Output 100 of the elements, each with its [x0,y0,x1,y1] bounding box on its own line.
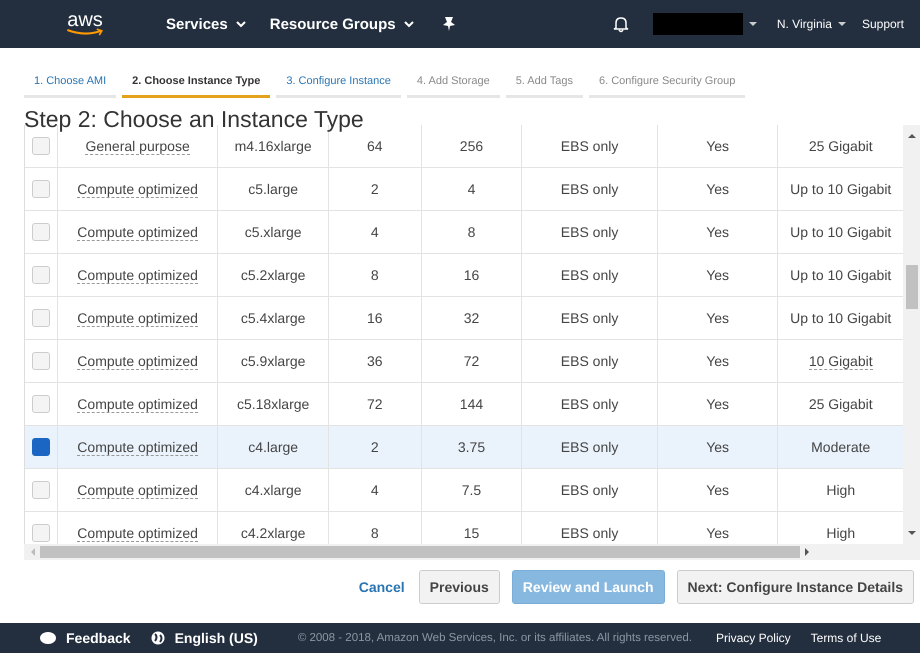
family-link[interactable]: Compute optimized [77,482,198,498]
scroll-up-icon[interactable] [908,133,916,139]
table-cell: 10 Gigabit [808,352,873,370]
table-cell: Yes [706,181,730,197]
table-cell: Up to 10 Gigabit [790,181,892,197]
table-cell: 8 [468,224,476,240]
table-cell: 8 [370,525,379,541]
table-cell: c5.9xlarge [240,353,306,369]
table-cell: 32 [464,310,480,326]
table-cell: Moderate [811,439,870,455]
table-cell: 2 [370,439,379,455]
instance-row[interactable]: Compute optimized c5.4xlarge 16 32 EBS only Yes Up to 10 Gigabit [25,297,903,340]
table-cell: Yes [706,396,730,412]
table-cell: Yes [706,439,730,455]
family-link[interactable]: Compute optimized [77,438,198,456]
vertical-scrollbar[interactable] [903,125,920,544]
scroll-thumb[interactable] [40,546,800,558]
instance-row[interactable]: Compute optimized c5.9xlarge 36 72 EBS only Yes 10 Gigabit [25,340,903,383]
table-cell: c5.2xlarge [240,267,306,283]
wizard-step-tab[interactable]: 2. Choose Instance Type [122,66,270,98]
table-cell: 3.75 [458,439,486,455]
wizard-step-tab[interactable]: 1. Choose AMI [24,66,116,98]
family-link[interactable]: General purpose [85,138,190,154]
table-cell: 256 [460,138,484,154]
wizard-step-tab[interactable]: 3. Configure Instance [276,66,401,98]
copyright-text: © 2008 - 2018, Amazon Web Services, Inc. or its affiliates. All rights reserved. [298,632,692,644]
scroll-left-icon[interactable] [30,548,36,556]
previous-button[interactable]: Previous [418,570,500,604]
resource-groups-menu[interactable]: Resource Groups [270,16,414,32]
bell-icon[interactable] [612,15,629,33]
instance-row[interactable]: Compute optimized c5.large 2 4 EBS only Yes Up to 10 Gigabit [25,168,903,211]
pin-icon[interactable] [442,16,456,32]
table-cell: Up to 10 Gigabit [790,267,892,283]
speech-bubble-icon[interactable] [40,632,56,644]
table-cell: c5.18xlarge [236,396,310,412]
table-cell: High [826,482,856,498]
table-cell: EBS only [560,525,618,541]
family-link[interactable]: Compute optimized [77,180,198,198]
scroll-down-icon[interactable] [908,530,916,536]
table-cell: c5.large [248,181,298,197]
horizontal-scrollbar[interactable] [24,544,920,560]
language-link[interactable]: English (US) [174,630,258,646]
table-cell: c5.4xlarge [240,310,306,326]
cancel-button[interactable]: Cancel [358,579,405,595]
table-cell: 144 [460,396,484,412]
instance-row[interactable]: Compute optimized c5.2xlarge 8 16 EBS only Yes Up to 10 Gigabit [25,254,903,297]
terms-of-use-link[interactable]: Terms of Use [810,631,882,645]
table-cell: 72 [464,353,480,369]
table-cell: 36 [367,353,383,369]
globe-icon[interactable] [150,631,165,645]
family-link[interactable]: Compute optimized [77,352,198,370]
scroll-right-icon[interactable] [804,548,810,556]
table-cell: 25 Gigabit [808,138,873,154]
table-cell: Up to 10 Gigabit [790,310,892,326]
next-button[interactable]: Next: Configure Instance Details [676,570,914,604]
table-cell: c5.xlarge [244,224,302,240]
family-link[interactable]: Compute optimized [77,310,198,326]
family-link[interactable]: Compute optimized [77,266,198,284]
caret-icon[interactable] [748,21,757,27]
table-cell: EBS only [560,138,618,154]
table-cell: 4 [370,482,379,498]
family-link[interactable]: Compute optimized [77,224,198,240]
table-cell: EBS only [560,181,618,197]
family-link[interactable]: Compute optimized [77,524,198,542]
table-cell: Yes [706,525,730,541]
region-menu[interactable]: N. Virginia [776,17,846,31]
feedback-link[interactable]: Feedback [66,630,131,646]
caret-icon [838,21,846,27]
table-cell: High [826,525,856,541]
instance-row[interactable]: Compute optimized c4.xlarge 4 7.5 EBS only Yes High [25,469,903,512]
table-cell: 16 [464,267,480,283]
table-cell: Yes [706,310,730,326]
table-cell: Yes [706,224,730,240]
caret-icon [404,20,414,28]
checkbox[interactable] [32,438,50,456]
support-menu[interactable]: Support [862,17,904,31]
table-cell: Yes [706,353,730,369]
caret-icon [236,20,246,28]
services-menu[interactable]: Services [166,16,246,32]
table-cell: EBS only [560,439,618,455]
instance-row[interactable]: Compute optimized c4.large 2 3.75 EBS only Yes Moderate [25,426,903,469]
scroll-thumb[interactable] [906,265,918,309]
instance-row[interactable]: Compute optimized c5.xlarge 4 8 EBS only Yes Up to 10 Gigabit [25,211,903,254]
table-cell: m4.16xlarge [234,138,312,154]
privacy-policy-link[interactable]: Privacy Policy [716,631,791,645]
table-cell: Yes [706,267,730,283]
table-cell: EBS only [560,310,618,326]
table-cell: c4.xlarge [244,482,302,498]
table-cell: 25 Gigabit [808,396,873,412]
table-cell: c4.large [248,439,298,455]
table-cell: c4.2xlarge [240,525,306,541]
table-cell: 64 [367,138,383,154]
table-cell: 72 [367,396,383,412]
table-cell: Yes [706,482,730,498]
logo[interactable]: aws [64,12,106,36]
table-cell: EBS only [560,482,618,498]
table-cell: 2 [370,181,379,197]
table-cell: EBS only [560,224,618,240]
family-link[interactable]: Compute optimized [77,396,198,412]
table-cell: EBS only [560,353,618,369]
